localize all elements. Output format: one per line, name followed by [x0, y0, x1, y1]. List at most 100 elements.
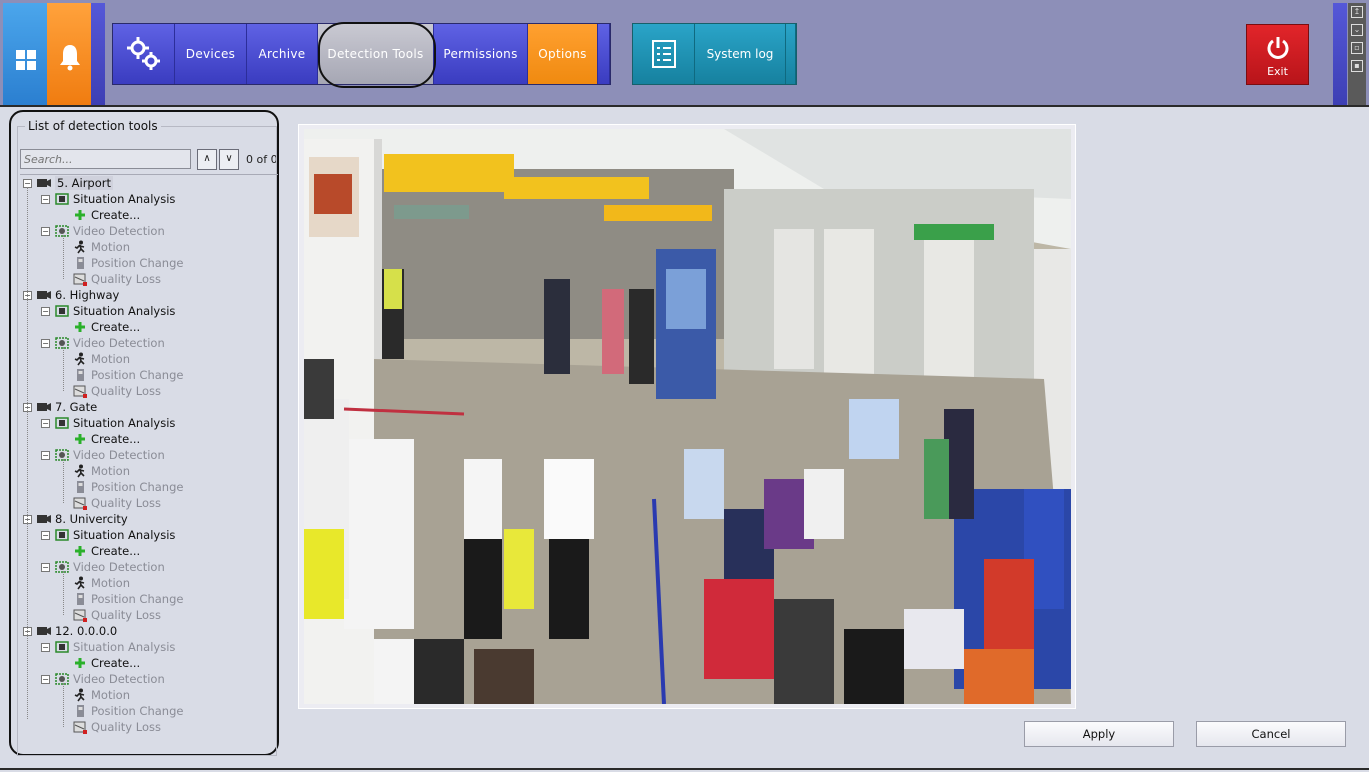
- settings-tile[interactable]: [113, 24, 175, 84]
- camera-icon: [37, 627, 51, 635]
- video-scene: [304, 129, 1071, 704]
- tree-motion[interactable]: Motion: [59, 575, 130, 591]
- situation-analysis-icon: [55, 193, 69, 205]
- menu-devices[interactable]: Devices: [175, 24, 247, 84]
- tree-label: Situation Analysis: [73, 304, 176, 318]
- motion-icon: [74, 464, 85, 478]
- motion-icon: [74, 576, 85, 590]
- video-detection-icon: [55, 561, 69, 573]
- camera-video[interactable]: [304, 129, 1071, 704]
- tree-position-change[interactable]: Position Change: [59, 367, 183, 383]
- tree-motion[interactable]: Motion: [59, 463, 130, 479]
- tree-label: Video Detection: [73, 336, 165, 350]
- menu-system-log[interactable]: System log: [695, 24, 786, 84]
- motion-icon: [74, 688, 85, 702]
- collapse-toggle[interactable]: −: [41, 338, 50, 348]
- apply-button[interactable]: Apply: [1024, 721, 1174, 747]
- start-tile[interactable]: [3, 3, 47, 105]
- tree-label: Quality Loss: [91, 384, 161, 398]
- tree-quality-loss[interactable]: Quality Loss: [59, 719, 161, 735]
- layout-icon[interactable]: ▪: [1351, 60, 1363, 72]
- tree-video-detection[interactable]: − Video Detection: [41, 335, 165, 351]
- tree-quality-loss[interactable]: Quality Loss: [59, 607, 161, 623]
- detection-tools-panel: List of detection tools ∧ ∨ 0 of 0 −5. A…: [9, 110, 279, 756]
- tree-camera[interactable]: −5. Airport: [23, 175, 113, 191]
- tree-label: Situation Analysis: [73, 192, 176, 206]
- tree-create-item[interactable]: Create...: [59, 543, 140, 559]
- tree-guide: [63, 347, 64, 391]
- video-detection-icon: [55, 673, 69, 685]
- tree-create-item[interactable]: Create...: [59, 655, 140, 671]
- camera-icon: [37, 403, 51, 411]
- tree-create-item[interactable]: Create...: [59, 431, 140, 447]
- windows-icon: [16, 50, 36, 70]
- system-menu: System log: [632, 23, 797, 85]
- tree-camera[interactable]: −8. Univercity: [23, 511, 128, 527]
- position-change-icon: [77, 593, 84, 605]
- tree-camera[interactable]: −6. Highway: [23, 287, 119, 303]
- tree-situation-analysis[interactable]: − Situation Analysis: [41, 191, 175, 207]
- system-log-tile[interactable]: [633, 24, 695, 84]
- tree-quality-loss[interactable]: Quality Loss: [59, 271, 161, 287]
- exit-button[interactable]: Exit: [1246, 24, 1309, 85]
- tree-situation-analysis[interactable]: − Situation Analysis: [41, 415, 175, 431]
- tree-situation-analysis[interactable]: − Situation Analysis: [41, 527, 175, 543]
- tile-strip: [91, 3, 105, 105]
- plus-icon: [75, 210, 85, 220]
- tree-motion[interactable]: Motion: [59, 351, 130, 367]
- collapse-toggle[interactable]: −: [41, 642, 50, 652]
- tree-motion[interactable]: Motion: [59, 239, 130, 255]
- collapse-toggle[interactable]: −: [41, 194, 50, 204]
- tree-label: Situation Analysis: [73, 416, 176, 430]
- tree-video-detection[interactable]: − Video Detection: [41, 671, 165, 687]
- tree-label: Create...: [91, 656, 141, 670]
- search-input[interactable]: [20, 149, 191, 169]
- plus-icon: [75, 658, 85, 668]
- tree-position-change[interactable]: Position Change: [59, 479, 183, 495]
- tree-label: Quality Loss: [91, 272, 161, 286]
- tree-position-change[interactable]: Position Change: [59, 591, 183, 607]
- tree-label: Quality Loss: [91, 720, 161, 734]
- collapse-toggle[interactable]: −: [41, 306, 50, 316]
- tree-position-change[interactable]: Position Change: [59, 703, 183, 719]
- gears-icon: [126, 37, 160, 70]
- tree-situation-analysis[interactable]: − Situation Analysis: [41, 303, 175, 319]
- situation-analysis-icon: [55, 305, 69, 317]
- tree-motion[interactable]: Motion: [59, 687, 130, 703]
- search-prev-button[interactable]: ∧: [197, 149, 217, 170]
- tree-quality-loss[interactable]: Quality Loss: [59, 495, 161, 511]
- quality-loss-icon: [73, 721, 87, 734]
- video-detection-icon: [55, 225, 69, 237]
- tree-situation-analysis[interactable]: − Situation Analysis: [41, 639, 175, 655]
- restore-icon[interactable]: ▫: [1351, 42, 1363, 54]
- tree-position-change[interactable]: Position Change: [59, 255, 183, 271]
- menu-archive[interactable]: Archive: [247, 24, 318, 84]
- pin-icon[interactable]: ↥: [1351, 6, 1363, 18]
- tree-quality-loss[interactable]: Quality Loss: [59, 383, 161, 399]
- collapse-toggle[interactable]: −: [41, 418, 50, 428]
- collapse-toggle[interactable]: −: [41, 562, 50, 572]
- tree-camera[interactable]: −12. 0.0.0.0: [23, 623, 117, 639]
- tree-create-item[interactable]: Create...: [59, 319, 140, 335]
- tree-create-item[interactable]: Create...: [59, 207, 140, 223]
- main-menu: Devices Archive Detection Tools Permissi…: [112, 22, 611, 88]
- menu-permissions[interactable]: Permissions: [434, 24, 528, 84]
- collapse-toggle[interactable]: −: [41, 674, 50, 684]
- menu-options[interactable]: Options: [528, 24, 598, 84]
- tree-camera[interactable]: −7. Gate: [23, 399, 97, 415]
- collapse-toggle[interactable]: −: [41, 530, 50, 540]
- search-next-button[interactable]: ∨: [219, 149, 239, 170]
- menu-detection-tools[interactable]: Detection Tools: [318, 22, 436, 88]
- tree-label: Create...: [91, 208, 141, 222]
- tree-video-detection[interactable]: − Video Detection: [41, 559, 165, 575]
- alarms-tile[interactable]: [47, 3, 91, 105]
- cancel-button[interactable]: Cancel: [1196, 721, 1346, 747]
- tree-video-detection[interactable]: − Video Detection: [41, 447, 165, 463]
- right-strip: [1333, 3, 1347, 105]
- collapse-toggle[interactable]: −: [41, 450, 50, 460]
- collapse-icon[interactable]: ⌄: [1351, 24, 1363, 36]
- collapse-toggle[interactable]: −: [41, 226, 50, 236]
- tree-label: Quality Loss: [91, 608, 161, 622]
- tree-video-detection[interactable]: − Video Detection: [41, 223, 165, 239]
- tree-guide: [63, 459, 64, 503]
